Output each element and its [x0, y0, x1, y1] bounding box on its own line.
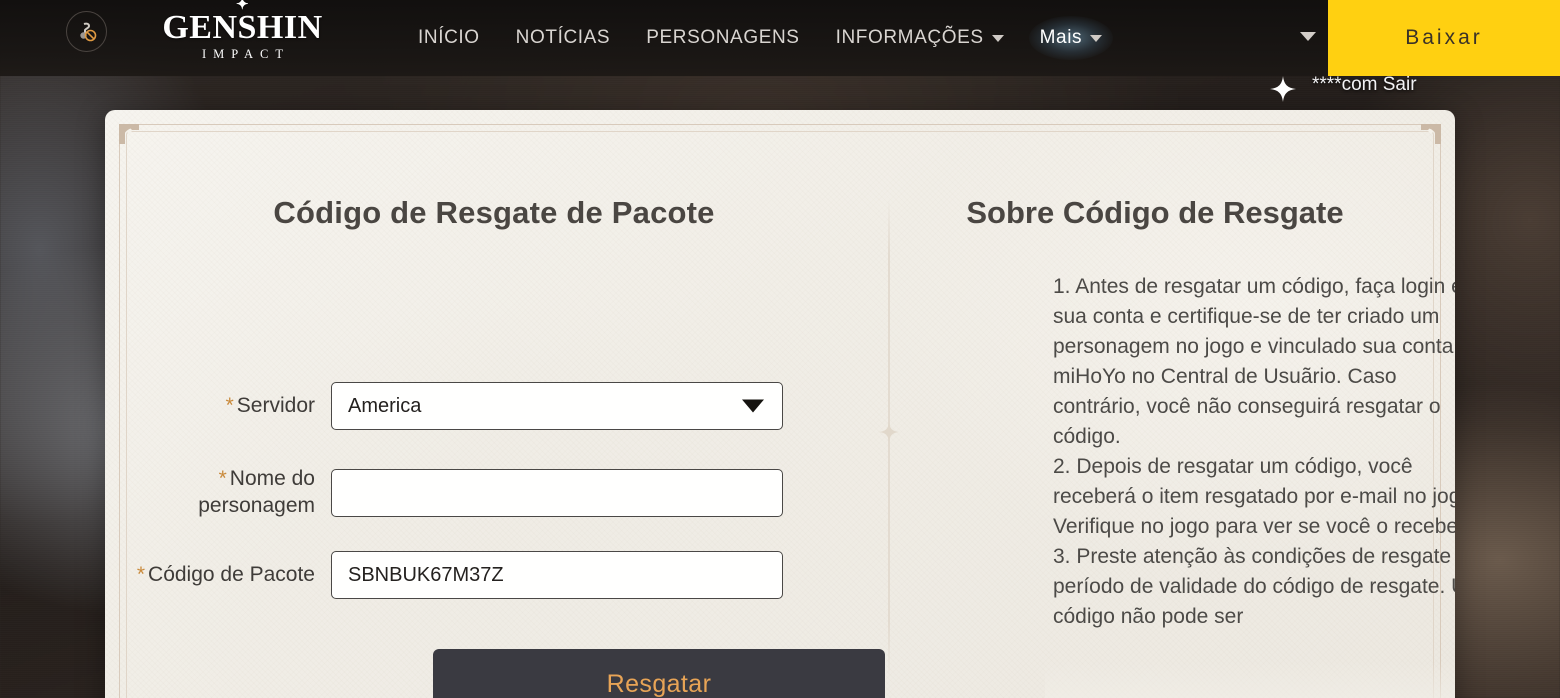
- sparkle-icon: [1270, 76, 1296, 102]
- account-logout-link[interactable]: ****com Sair: [1312, 74, 1417, 96]
- server-select-value: America: [348, 394, 422, 417]
- info-text-block: 1. Antes de resgatar um código, faça log…: [1053, 272, 1455, 632]
- server-select[interactable]: America: [331, 382, 783, 430]
- sound-muted-glyph: [79, 22, 96, 41]
- field-label-text: Código de Pacote: [148, 562, 315, 586]
- nav-item-inicio[interactable]: INÍCIO: [400, 0, 498, 76]
- chevron-down-icon: [742, 399, 764, 413]
- field-label-package-code: * Código de Pacote: [105, 562, 331, 589]
- nav-overflow-chevron-down-icon[interactable]: [1300, 32, 1316, 41]
- genshin-impact-logo[interactable]: ✦ GENSHIN IMPACT: [130, 0, 355, 69]
- redeem-submit-button[interactable]: Resgatar: [433, 649, 885, 698]
- package-code-input[interactable]: SBNBUK67M37Z: [331, 551, 783, 599]
- required-marker: *: [136, 562, 146, 586]
- top-navigation-bar: ✦ GENSHIN IMPACT INÍCIO NOTÍCIAS PERSONA…: [0, 0, 1560, 76]
- field-row-character-name: * Nome do personagem: [105, 466, 883, 520]
- nav-item-informacoes[interactable]: INFORMAÇÕES: [818, 0, 1022, 76]
- panel-divider: [879, 198, 899, 680]
- info-title: Sobre Código de Resgate: [966, 195, 1344, 230]
- nav-label: PERSONAGENS: [646, 27, 800, 48]
- info-paragraph-3: 3. Preste atenção às condições de resgat…: [1053, 545, 1455, 628]
- package-code-value: SBNBUK67M37Z: [348, 563, 504, 586]
- field-label-text: Servidor: [236, 393, 315, 417]
- nav-item-personagens[interactable]: PERSONAGENS: [628, 0, 817, 76]
- logo-star-icon: ✦: [235, 0, 250, 14]
- info-paragraph-1: 1. Antes de resgatar um código, faça log…: [1053, 275, 1455, 448]
- logo-main-text: GENSHIN: [162, 9, 323, 47]
- info-panel: Sobre Código de Resgate 1. Antes de resg…: [895, 110, 1455, 698]
- field-row-server: * Servidor America: [105, 382, 883, 430]
- redeem-card: Código de Resgate de Pacote * Servidor Am…: [105, 110, 1455, 698]
- main-nav: INÍCIO NOTÍCIAS PERSONAGENS INFORMAÇÕES …: [400, 0, 1120, 76]
- info-paragraph-2: 2. Depois de resgatar um código, você re…: [1053, 455, 1455, 538]
- nav-item-noticias[interactable]: NOTÍCIAS: [498, 0, 629, 76]
- nav-item-mais[interactable]: Mais: [1022, 0, 1121, 76]
- chevron-down-icon: [991, 34, 1004, 42]
- field-label-server: * Servidor: [105, 393, 331, 420]
- chevron-down-icon: [1090, 34, 1103, 42]
- redeem-form-panel: Código de Resgate de Pacote * Servidor Am…: [105, 110, 885, 698]
- nav-label: NOTÍCIAS: [515, 27, 611, 48]
- nav-label: Mais: [1039, 27, 1083, 48]
- required-marker: *: [218, 467, 227, 490]
- field-label-text: Nome do personagem: [198, 467, 315, 517]
- nav-label: INÍCIO: [418, 27, 480, 48]
- sound-muted-icon[interactable]: [66, 11, 107, 52]
- logo-sub-text: IMPACT: [201, 47, 291, 62]
- form-title: Código de Resgate de Pacote: [273, 195, 715, 230]
- page-root: ✦ GENSHIN IMPACT INÍCIO NOTÍCIAS PERSONA…: [0, 0, 1560, 698]
- character-name-input[interactable]: [331, 468, 783, 517]
- field-row-package-code: * Código de Pacote SBNBUK67M37Z: [105, 551, 883, 599]
- download-button[interactable]: Baixar: [1328, 0, 1560, 76]
- info-scroll-area[interactable]: 1. Antes de resgatar um código, faça log…: [1053, 272, 1455, 698]
- required-marker: *: [225, 393, 234, 417]
- account-strip: ****com Sair: [1260, 72, 1560, 108]
- nav-label: INFORMAÇÕES: [835, 27, 984, 48]
- field-label-character-name: * Nome do personagem: [105, 466, 331, 520]
